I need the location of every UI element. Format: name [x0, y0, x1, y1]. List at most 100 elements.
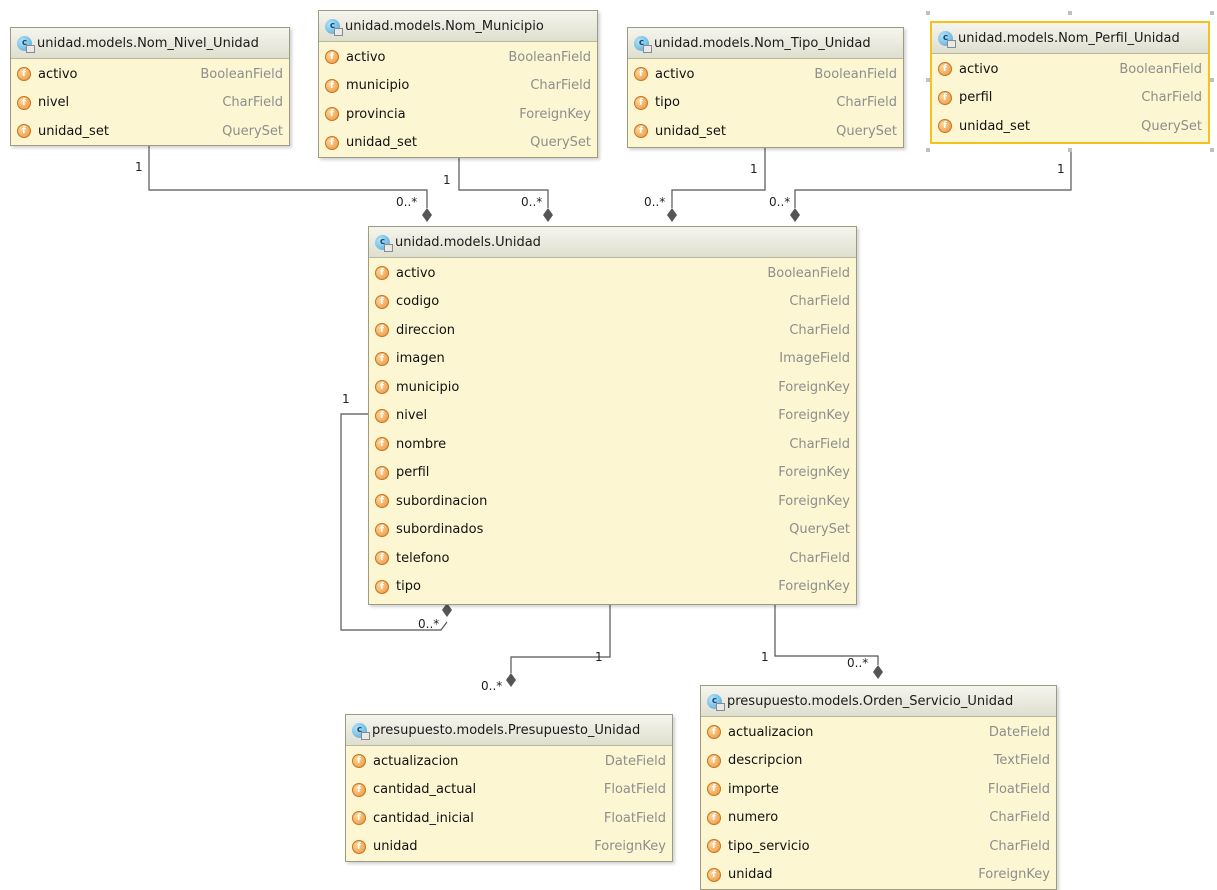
- mult-tipo-many: 0..*: [644, 195, 666, 209]
- field-row[interactable]: f cantidad_actual FloatField: [346, 776, 672, 805]
- field-type: ForeignKey: [519, 106, 591, 122]
- selection-handle[interactable]: [1210, 11, 1214, 15]
- field-row[interactable]: f provincia ForeignKey: [319, 100, 597, 129]
- field-row[interactable]: f actualizacion DateField: [346, 747, 672, 776]
- field-icon: f: [375, 437, 389, 452]
- field-name: codigo: [396, 294, 440, 310]
- selection-handle[interactable]: [1210, 148, 1214, 152]
- mult-self-one: 1: [342, 392, 350, 406]
- class-header[interactable]: c presupuesto.models.Presupuesto_Unidad: [346, 715, 672, 746]
- field-type: ForeignKey: [778, 379, 850, 395]
- field-row[interactable]: f nombre CharField: [369, 430, 856, 459]
- class-box-presupuesto-unidad[interactable]: c presupuesto.models.Presupuesto_Unidad f a…: [345, 714, 673, 862]
- field-row[interactable]: f activo BooleanField: [11, 60, 289, 89]
- field-row[interactable]: f unidad ForeignKey: [701, 861, 1056, 890]
- class-box-nom-nivel-unidad[interactable]: c unidad.models.Nom_Nivel_Unidad f activo Bo…: [10, 27, 290, 146]
- field-type: CharField: [789, 436, 850, 452]
- class-header[interactable]: c unidad.models.Nom_Nivel_Unidad: [11, 28, 289, 59]
- field-row[interactable]: f subordinados QuerySet: [369, 516, 856, 545]
- field-type: BooleanField: [814, 66, 897, 82]
- field-name: direccion: [396, 322, 456, 338]
- field-icon: f: [375, 294, 389, 309]
- field-row[interactable]: f perfil CharField: [932, 84, 1208, 113]
- field-row[interactable]: f activo BooleanField: [628, 60, 903, 89]
- field-row[interactable]: f activo BooleanField: [932, 55, 1208, 84]
- class-icon: c: [17, 35, 35, 53]
- class-header[interactable]: c presupuesto.models.Orden_Servicio_Unida…: [701, 686, 1056, 717]
- field-type: QuerySet: [789, 522, 850, 538]
- class-box-nom-tipo-unidad[interactable]: c unidad.models.Nom_Tipo_Unidad f activo Boo…: [627, 27, 904, 148]
- field-icon: f: [375, 551, 389, 566]
- class-box-nom-municipio[interactable]: c unidad.models.Nom_Municipio f activo Boole…: [318, 10, 598, 158]
- mult-municipio-many: 0..*: [521, 195, 543, 209]
- field-icon: f: [634, 124, 648, 139]
- field-row[interactable]: f unidad_set QuerySet: [11, 117, 289, 146]
- field-row[interactable]: f imagen ImageField: [369, 345, 856, 374]
- field-name: telefono: [396, 550, 450, 566]
- field-name: tipo_servicio: [728, 838, 810, 854]
- field-row[interactable]: f unidad_set QuerySet: [628, 117, 903, 146]
- field-row[interactable]: f unidad_set QuerySet: [932, 112, 1208, 141]
- field-type: ForeignKey: [594, 839, 666, 855]
- field-name: importe: [728, 781, 779, 797]
- field-type: QuerySet: [222, 123, 283, 139]
- field-name: provincia: [346, 106, 406, 122]
- field-row[interactable]: f importe FloatField: [701, 775, 1056, 804]
- field-row[interactable]: f nivel CharField: [11, 89, 289, 118]
- field-icon: f: [707, 725, 721, 740]
- class-box-nom-perfil-unidad[interactable]: c unidad.models.Nom_Perfil_Unidad f activo B…: [930, 21, 1210, 144]
- field-row[interactable]: f nivel ForeignKey: [369, 402, 856, 431]
- field-row[interactable]: f tipo CharField: [628, 89, 903, 118]
- class-box-unidad[interactable]: c unidad.models.Unidad f activo BooleanField…: [368, 226, 857, 605]
- field-type: CharField: [836, 95, 897, 111]
- field-row[interactable]: f direccion CharField: [369, 316, 856, 345]
- field-row[interactable]: f numero CharField: [701, 804, 1056, 833]
- selection-handle[interactable]: [926, 11, 930, 15]
- field-icon: f: [707, 810, 721, 825]
- class-box-orden-servicio-unidad[interactable]: c presupuesto.models.Orden_Servicio_Unida…: [700, 685, 1057, 890]
- field-icon: f: [634, 67, 648, 82]
- field-type: CharField: [222, 95, 283, 111]
- field-type: ForeignKey: [778, 579, 850, 595]
- selection-handle[interactable]: [1068, 11, 1072, 15]
- field-row[interactable]: f cantidad_inicial FloatField: [346, 804, 672, 833]
- field-icon: f: [17, 67, 31, 82]
- field-icon: f: [352, 811, 366, 826]
- field-row[interactable]: f telefono CharField: [369, 544, 856, 573]
- field-icon: f: [938, 119, 952, 134]
- field-icon: f: [352, 782, 366, 797]
- field-row[interactable]: f tipo_servicio CharField: [701, 832, 1056, 861]
- field-row[interactable]: f perfil ForeignKey: [369, 459, 856, 488]
- field-name: tipo: [655, 95, 680, 111]
- class-header[interactable]: c unidad.models.Unidad: [369, 227, 856, 258]
- selection-handle[interactable]: [1068, 148, 1072, 152]
- field-icon: f: [375, 579, 389, 594]
- mult-orden-many: 0..*: [847, 656, 869, 670]
- field-row[interactable]: f codigo CharField: [369, 288, 856, 317]
- field-row[interactable]: f municipio ForeignKey: [369, 373, 856, 402]
- field-name: unidad: [728, 867, 773, 883]
- field-row[interactable]: f activo BooleanField: [369, 259, 856, 288]
- field-row[interactable]: f municipio CharField: [319, 72, 597, 101]
- field-type: DateField: [988, 724, 1050, 740]
- class-icon: c: [707, 693, 725, 711]
- class-header[interactable]: c unidad.models.Nom_Municipio: [319, 11, 597, 42]
- field-type: FloatField: [603, 782, 666, 798]
- field-icon: f: [375, 408, 389, 423]
- field-row[interactable]: f descripcion TextField: [701, 747, 1056, 776]
- field-row[interactable]: f activo BooleanField: [319, 43, 597, 72]
- class-icon: c: [938, 30, 956, 48]
- selection-handle[interactable]: [926, 148, 930, 152]
- connector-tipo-unidad: [671, 148, 766, 208]
- field-name: descripcion: [728, 753, 803, 769]
- field-type: DateField: [604, 753, 666, 769]
- field-row[interactable]: f unidad ForeignKey: [346, 833, 672, 862]
- selection-handle[interactable]: [1210, 78, 1214, 82]
- class-header[interactable]: c unidad.models.Nom_Perfil_Unidad: [932, 23, 1208, 54]
- field-row[interactable]: f subordinacion ForeignKey: [369, 487, 856, 516]
- field-row[interactable]: f unidad_set QuerySet: [319, 129, 597, 158]
- class-header[interactable]: c unidad.models.Nom_Tipo_Unidad: [628, 28, 903, 59]
- field-row[interactable]: f tipo ForeignKey: [369, 573, 856, 602]
- field-type: CharField: [789, 550, 850, 566]
- field-row[interactable]: f actualizacion DateField: [701, 718, 1056, 747]
